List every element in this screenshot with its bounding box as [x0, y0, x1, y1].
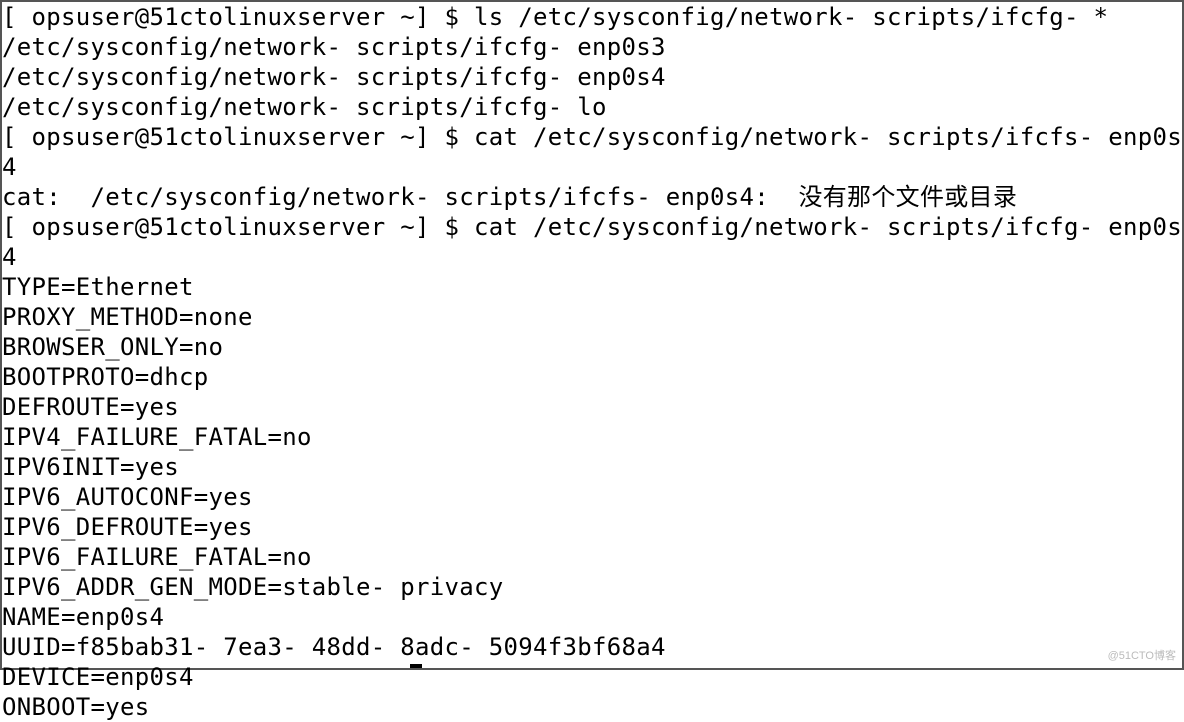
terminal-line: IPV6_DEFROUTE=yes [2, 512, 1182, 542]
terminal-line: [ opsuser@51ctolinuxserver ~] $ cat /etc… [2, 122, 1182, 182]
terminal-line: /etc/sysconfig/network- scripts/ifcfg- e… [2, 32, 1182, 62]
terminal-output[interactable]: [ opsuser@51ctolinuxserver ~] $ ls /etc/… [2, 2, 1182, 722]
terminal-line: /etc/sysconfig/network- scripts/ifcfg- e… [2, 62, 1182, 92]
terminal-line: BROWSER_ONLY=no [2, 332, 1182, 362]
terminal-line: UUID=f85bab31- 7ea3- 48dd- 8adc- 5094f3b… [2, 632, 1182, 662]
terminal-line: DEVICE=enp0s4 [2, 662, 1182, 692]
terminal-line: cat: /etc/sysconfig/network- scripts/ifc… [2, 182, 1182, 212]
shell-prompt: [ opsuser@51ctolinuxserver ~] $ [2, 123, 474, 151]
terminal-line: TYPE=Ethernet [2, 272, 1182, 302]
cursor-icon [410, 664, 422, 668]
terminal-line: NAME=enp0s4 [2, 602, 1182, 632]
shell-command: ls /etc/sysconfig/network- scripts/ifcfg… [474, 3, 1108, 31]
terminal-line: [ opsuser@51ctolinuxserver ~] $ cat /etc… [2, 212, 1182, 272]
terminal-line: BOOTPROTO=dhcp [2, 362, 1182, 392]
terminal-line: DEFROUTE=yes [2, 392, 1182, 422]
terminal-line: ONBOOT=yes [2, 692, 1182, 722]
terminal-line: IPV6_AUTOCONF=yes [2, 482, 1182, 512]
watermark-label: @51CTO博客 [1108, 650, 1176, 664]
shell-prompt: [ opsuser@51ctolinuxserver ~] $ [2, 213, 474, 241]
terminal-line: [ opsuser@51ctolinuxserver ~] $ ls /etc/… [2, 2, 1182, 32]
terminal-line: PROXY_METHOD=none [2, 302, 1182, 332]
terminal-line: IPV6INIT=yes [2, 452, 1182, 482]
terminal-line: IPV6_FAILURE_FATAL=no [2, 542, 1182, 572]
terminal-line: IPV4_FAILURE_FATAL=no [2, 422, 1182, 452]
terminal-line: IPV6_ADDR_GEN_MODE=stable- privacy [2, 572, 1182, 602]
shell-prompt: [ opsuser@51ctolinuxserver ~] $ [2, 3, 474, 31]
terminal-line: /etc/sysconfig/network- scripts/ifcfg- l… [2, 92, 1182, 122]
